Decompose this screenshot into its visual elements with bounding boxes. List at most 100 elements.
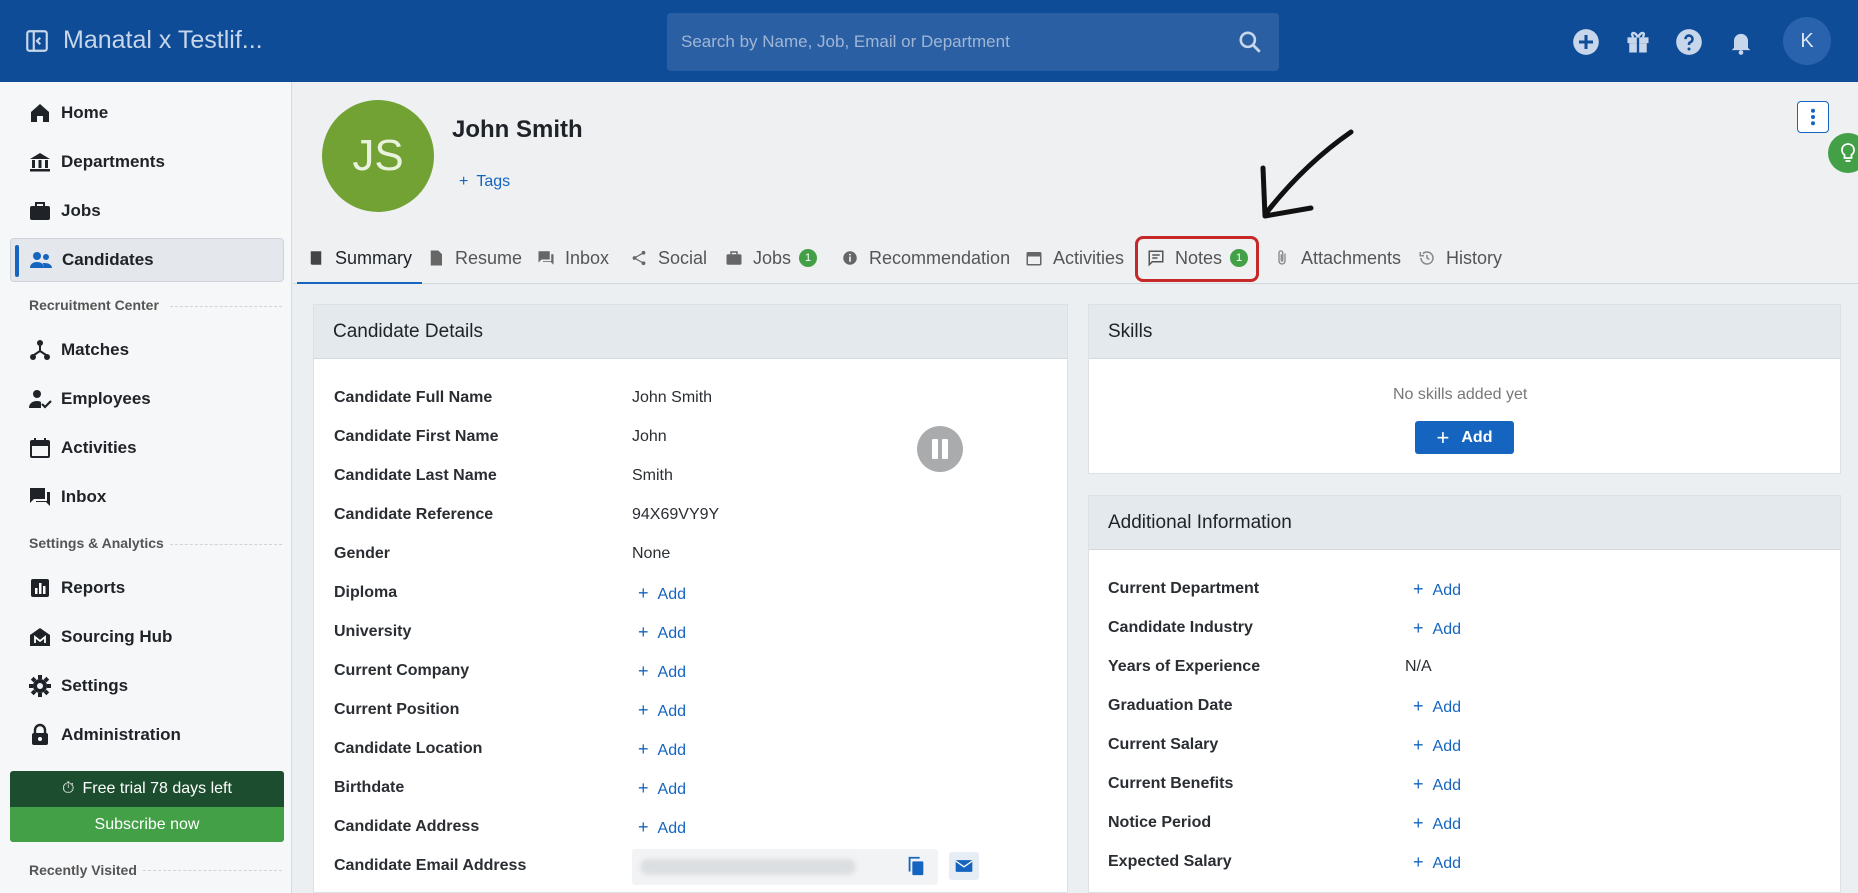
field-label: University xyxy=(334,623,412,640)
notes-highlight-box xyxy=(1135,236,1259,282)
add-tags-button[interactable]: + Tags xyxy=(459,173,510,191)
timer-icon: ⏱ xyxy=(62,780,75,797)
bank-icon xyxy=(30,153,50,172)
card-header: Additional Information xyxy=(1089,496,1840,550)
tab-recommendation[interactable]: Recommendation xyxy=(841,232,1010,284)
sidebar-item-label: Jobs xyxy=(61,201,101,220)
field-label: Current Company xyxy=(334,662,470,679)
field-label: Candidate Last Name xyxy=(334,467,497,484)
field-value: None xyxy=(632,545,671,562)
chat-icon xyxy=(538,251,554,265)
pause-button[interactable] xyxy=(917,426,963,472)
gift-icon[interactable] xyxy=(1624,28,1652,56)
section-title-recruitment: Recruitment Center xyxy=(29,297,159,313)
tab-history[interactable]: History xyxy=(1418,232,1502,284)
tab-jobs[interactable]: Jobs 1 xyxy=(725,232,818,284)
add-candidate-address-button[interactable]: Add xyxy=(638,817,686,838)
sidebar-item-employees[interactable]: Employees xyxy=(10,377,284,421)
tab-activities[interactable]: Activities xyxy=(1025,232,1124,284)
sidebar-item-inbox[interactable]: Inbox xyxy=(10,475,284,519)
add-current-salary-button[interactable]: Add xyxy=(1413,735,1461,756)
info-icon xyxy=(843,251,857,265)
bell-icon[interactable] xyxy=(1727,28,1755,56)
card-header: Candidate Details xyxy=(314,305,1067,359)
send-email-button[interactable] xyxy=(949,852,979,880)
sidebar-item-departments[interactable]: Departments xyxy=(10,140,284,184)
button-label: Add xyxy=(1461,428,1493,446)
add-current-benefits-button[interactable]: Add xyxy=(1413,774,1461,795)
field-label: Candidate Full Name xyxy=(334,389,493,406)
tab-inbox[interactable]: Inbox xyxy=(537,232,609,284)
tab-summary[interactable]: Summary xyxy=(296,232,423,285)
field-value: 94X69VY9Y xyxy=(632,506,720,523)
add-birthdate-button[interactable]: Add xyxy=(638,778,686,799)
sidebar-item-home[interactable]: Home xyxy=(10,91,284,135)
calendar-icon xyxy=(30,438,50,458)
sidebar-item-activities[interactable]: Activities xyxy=(10,426,284,470)
sidebar-item-label: Settings xyxy=(61,676,129,695)
tab-label: Recommendation xyxy=(869,247,1011,268)
add-notice-period-button[interactable]: Add xyxy=(1413,813,1461,834)
sidebar-item-sourcing-hub[interactable]: Sourcing Hub xyxy=(10,615,284,659)
add-current-department-button[interactable]: Add xyxy=(1413,579,1461,600)
tab-social[interactable]: Social xyxy=(630,232,707,284)
copy-icon[interactable] xyxy=(905,855,927,877)
person-check-icon xyxy=(29,390,52,409)
tab-resume[interactable]: Resume xyxy=(427,232,522,284)
add-circle-icon[interactable] xyxy=(1572,28,1600,56)
sourcing-hub-icon xyxy=(30,628,50,646)
book-icon xyxy=(310,251,322,265)
field-label: Gender xyxy=(334,545,391,562)
card-title: Skills xyxy=(1108,321,1153,342)
field-label: Diploma xyxy=(334,584,398,601)
add-university-button[interactable]: Add xyxy=(638,622,686,643)
sidebar-item-label: Inbox xyxy=(61,487,107,506)
add-candidate-location-button[interactable]: Add xyxy=(638,739,686,760)
add-expected-salary-button[interactable]: Add xyxy=(1413,852,1461,873)
sidebar-item-reports[interactable]: Reports xyxy=(10,566,284,610)
subscribe-button[interactable]: Subscribe now xyxy=(10,807,284,842)
search-input[interactable] xyxy=(681,27,1201,57)
tab-label: Summary xyxy=(335,247,413,268)
search-icon[interactable] xyxy=(1237,29,1263,55)
sidebar-item-label: Activities xyxy=(61,438,137,457)
sidebar-item-label: Sourcing Hub xyxy=(61,627,173,646)
add-graduation-date-button[interactable]: Add xyxy=(1413,696,1461,717)
field-label: Birthdate xyxy=(334,779,405,796)
sidebar-item-matches[interactable]: Matches xyxy=(10,328,284,372)
field-value: John xyxy=(632,428,667,445)
sidebar-item-jobs[interactable]: Jobs xyxy=(10,189,284,233)
tags-label: Tags xyxy=(476,173,511,190)
field-label: Candidate Industry xyxy=(1108,619,1253,636)
app-title[interactable]: Manatal x Testlif... xyxy=(63,26,263,55)
sidebar-item-settings[interactable]: Settings xyxy=(10,664,284,708)
sidebar-item-administration[interactable]: Administration xyxy=(10,713,284,757)
redacted-email xyxy=(640,859,856,875)
field-value: John Smith xyxy=(632,389,713,406)
tab-label: Jobs xyxy=(753,247,792,268)
document-icon xyxy=(430,250,442,266)
add-candidate-industry-button[interactable]: Add xyxy=(1413,618,1461,639)
home-icon xyxy=(31,104,49,122)
add-current-position-button[interactable]: Add xyxy=(638,700,686,721)
tab-label: Social xyxy=(658,247,708,268)
sidebar-item-label: Candidates xyxy=(62,250,154,269)
tab-attachments[interactable]: Attachments xyxy=(1273,232,1401,284)
field-label: Candidate Email Address xyxy=(334,857,527,874)
card-header: Skills xyxy=(1089,305,1840,359)
add-skill-button[interactable]: + Add xyxy=(1415,421,1514,454)
field-value: N/A xyxy=(1405,658,1432,675)
field-label: Current Department xyxy=(1108,580,1260,597)
hub-icon xyxy=(30,340,50,360)
candidate-avatar: JS xyxy=(322,100,434,212)
tab-label: History xyxy=(1446,247,1503,268)
sidebar-item-candidates[interactable]: Candidates xyxy=(10,238,284,282)
user-avatar[interactable]: K xyxy=(1783,17,1831,65)
add-diploma-button[interactable]: Add xyxy=(638,583,686,604)
sidebar-toggle-icon[interactable] xyxy=(24,28,50,54)
help-icon[interactable] xyxy=(1675,28,1703,56)
add-current-company-button[interactable]: Add xyxy=(638,661,686,682)
sidebar-item-label: Reports xyxy=(61,578,126,597)
more-options-button[interactable] xyxy=(1797,101,1829,133)
divider xyxy=(170,544,282,545)
